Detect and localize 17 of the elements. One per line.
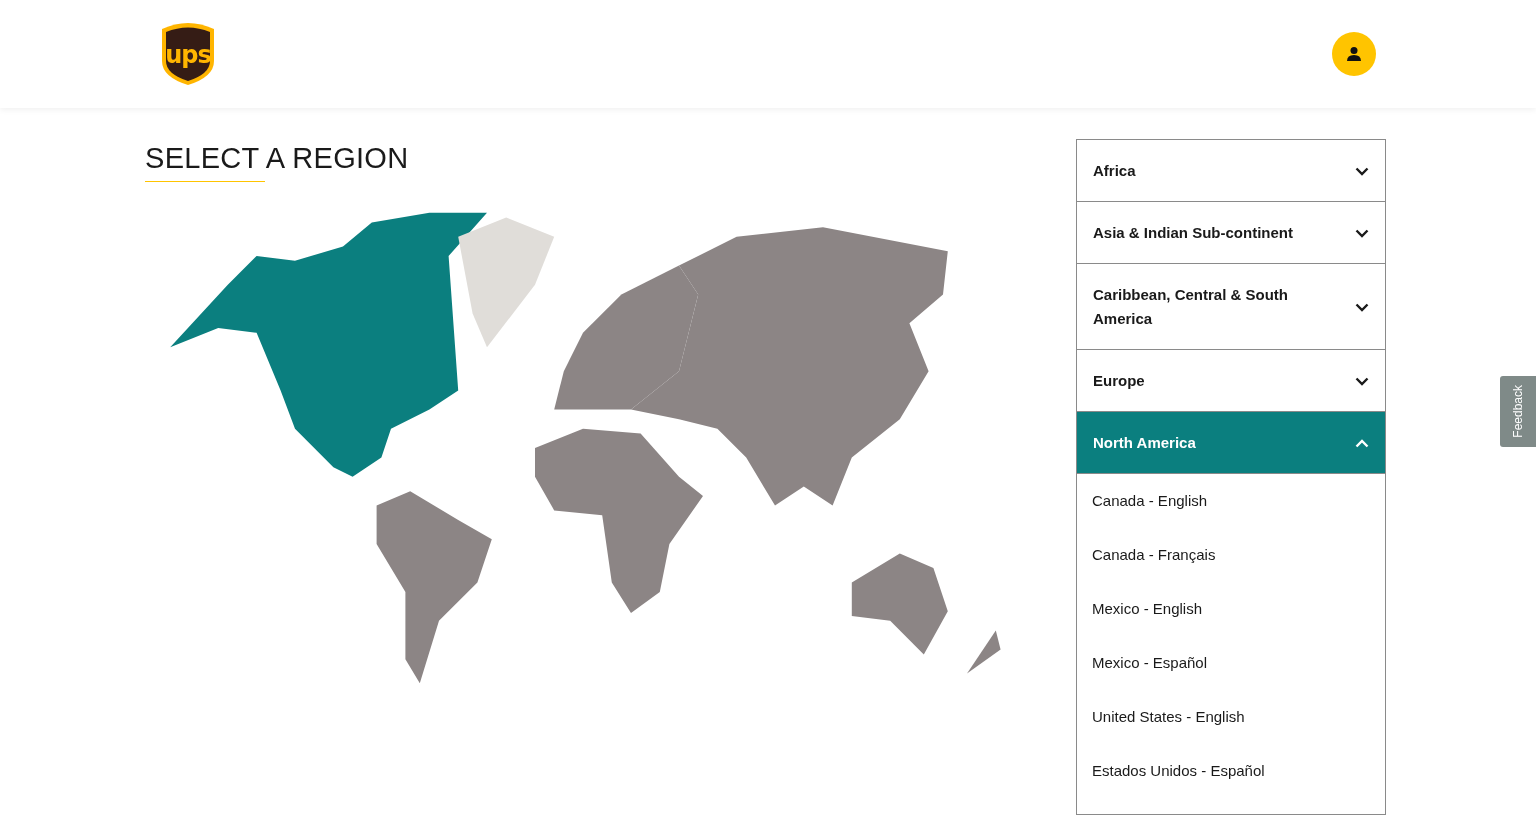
- account-button[interactable]: [1332, 32, 1376, 76]
- feedback-tab[interactable]: Feedback: [1500, 376, 1536, 447]
- country-language-link[interactable]: Mexico - Español: [1077, 636, 1385, 690]
- country-language-link[interactable]: United States - English: [1077, 690, 1385, 744]
- chevron-icon: [1355, 228, 1369, 238]
- chevron-icon: [1355, 166, 1369, 176]
- chevron-icon: [1355, 376, 1369, 386]
- country-language-link[interactable]: Mexico - English: [1077, 582, 1385, 636]
- country-language-link[interactable]: Canada - English: [1077, 474, 1385, 528]
- country-language-link[interactable]: Estados Unidos - Español: [1077, 744, 1385, 798]
- person-icon: [1346, 46, 1362, 62]
- page-title: SELECT A REGION: [145, 141, 410, 176]
- chevron-icon: [1355, 438, 1369, 448]
- chevron-icon: [1355, 302, 1369, 312]
- ups-logo[interactable]: ups: [160, 21, 216, 87]
- country-language-link[interactable]: Canada - Français: [1077, 528, 1385, 582]
- region-accordion-header[interactable]: North America: [1077, 412, 1385, 474]
